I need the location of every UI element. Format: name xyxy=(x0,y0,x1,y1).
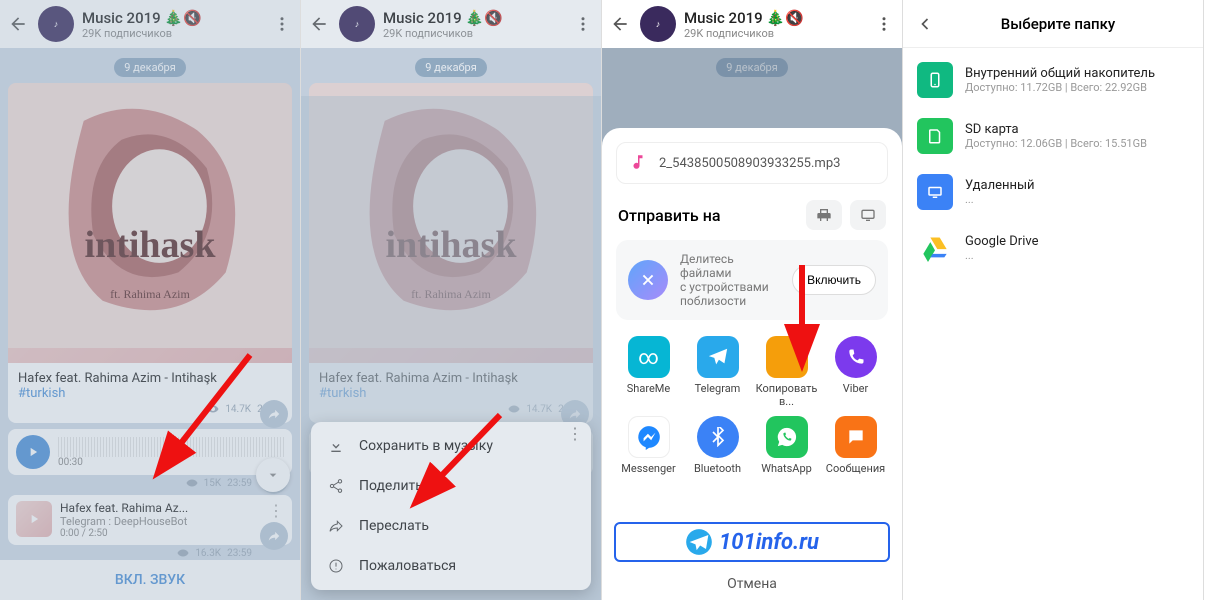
bluetooth-icon xyxy=(697,416,739,458)
sd-card-icon xyxy=(917,118,953,154)
channel-title[interactable]: Music 2019 🎄🔇 xyxy=(684,9,864,27)
channel-avatar[interactable]: ♪ xyxy=(640,6,676,42)
watermark: 101info.ru xyxy=(614,522,890,562)
storage-remote[interactable]: Удаленный... xyxy=(903,164,1203,220)
storage-internal[interactable]: Внутренний общий накопительДоступно: 11.… xyxy=(903,52,1203,108)
app-shareme[interactable]: ∞ShareMe xyxy=(616,336,681,408)
nearby-icon xyxy=(628,260,668,300)
app-messenger[interactable]: Messenger xyxy=(616,416,681,475)
remote-storage-icon xyxy=(917,174,953,210)
telegram-icon xyxy=(685,528,713,556)
tutorial-overlay xyxy=(301,0,601,600)
screen-2: ♪ Music 2019 🎄🔇 29K подписчиков 9 декабр… xyxy=(301,0,602,600)
storage-sd[interactable]: SD картаДоступно: 12.06GB | Всего: 15.51… xyxy=(903,108,1203,164)
print-button[interactable] xyxy=(806,200,842,230)
more-menu-button[interactable] xyxy=(872,12,896,36)
channel-header: ♪ Music 2019 🎄🔇 29K подписчиков xyxy=(602,0,902,48)
app-messages[interactable]: Сообщения xyxy=(823,416,888,475)
folder-picker-header: Выберите папку xyxy=(903,0,1203,48)
phone-storage-icon xyxy=(917,62,953,98)
storage-gdrive[interactable]: Google Drive... xyxy=(903,220,1203,276)
filename: 2_5438500508903933255.mp3 xyxy=(659,156,840,171)
send-to-label: Отправить на xyxy=(618,206,720,225)
folder-icon xyxy=(766,336,808,378)
shareme-icon: ∞ xyxy=(628,336,670,378)
share-sheet: 2_5438500508903933255.mp3 Отправить на Д… xyxy=(602,128,902,600)
screen-4: Выберите папку Внутренний общий накопите… xyxy=(903,0,1204,600)
cast-button[interactable] xyxy=(850,200,886,230)
tutorial-overlay xyxy=(0,0,300,600)
whatsapp-icon xyxy=(766,416,808,458)
app-viber[interactable]: Viber xyxy=(823,336,888,408)
enable-nearby-button[interactable]: Включить xyxy=(792,265,876,295)
cancel-button[interactable]: Отмена xyxy=(602,576,902,592)
app-whatsapp[interactable]: WhatsApp xyxy=(754,416,819,475)
subscriber-count: 29K подписчиков xyxy=(684,27,864,40)
file-preview: 2_5438500508903933255.mp3 xyxy=(616,142,888,184)
viber-icon xyxy=(835,336,877,378)
app-copy-to[interactable]: Копировать в... xyxy=(754,336,819,408)
storage-list: Внутренний общий накопительДоступно: 11.… xyxy=(903,48,1203,280)
telegram-icon xyxy=(697,336,739,378)
app-telegram[interactable]: Telegram xyxy=(685,336,750,408)
messenger-icon xyxy=(628,416,670,458)
screen-3: ♪ Music 2019 🎄🔇 29K подписчиков 9 декабр… xyxy=(602,0,903,600)
back-button[interactable] xyxy=(608,12,632,36)
app-bluetooth[interactable]: Bluetooth xyxy=(685,416,750,475)
google-drive-icon xyxy=(917,230,953,266)
messages-icon xyxy=(835,416,877,458)
screen-1: ♪ Music 2019 🎄🔇 29K подписчиков 9 декабр… xyxy=(0,0,301,600)
app-grid: ∞ShareMe Telegram Копировать в... Viber … xyxy=(616,336,888,475)
nearby-share-card: Делитесь файлами с устройствами поблизос… xyxy=(616,240,888,320)
music-file-icon xyxy=(629,153,649,173)
picker-title: Выберите папку xyxy=(923,15,1193,33)
